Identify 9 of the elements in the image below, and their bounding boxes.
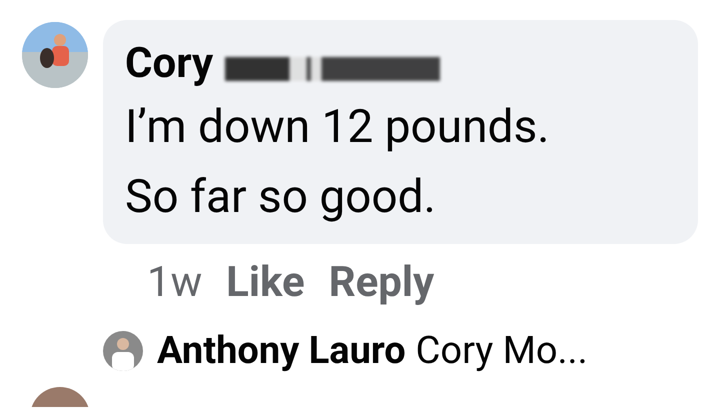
action-link[interactable]: Like — [226, 258, 305, 307]
reply-preview-text[interactable]: Cory Mo... — [416, 329, 588, 373]
reply-author-name[interactable]: Anthony Lauro — [157, 329, 406, 373]
timestamp: 1w — [147, 258, 202, 307]
action-link[interactable]: Reply — [328, 258, 434, 307]
comment-text-line: I’m down 12 pounds. — [125, 99, 550, 156]
avatar-photo[interactable] — [22, 22, 88, 88]
comment-text-line: So far so good. — [125, 169, 437, 226]
author-name[interactable]: Cory — [125, 38, 214, 88]
